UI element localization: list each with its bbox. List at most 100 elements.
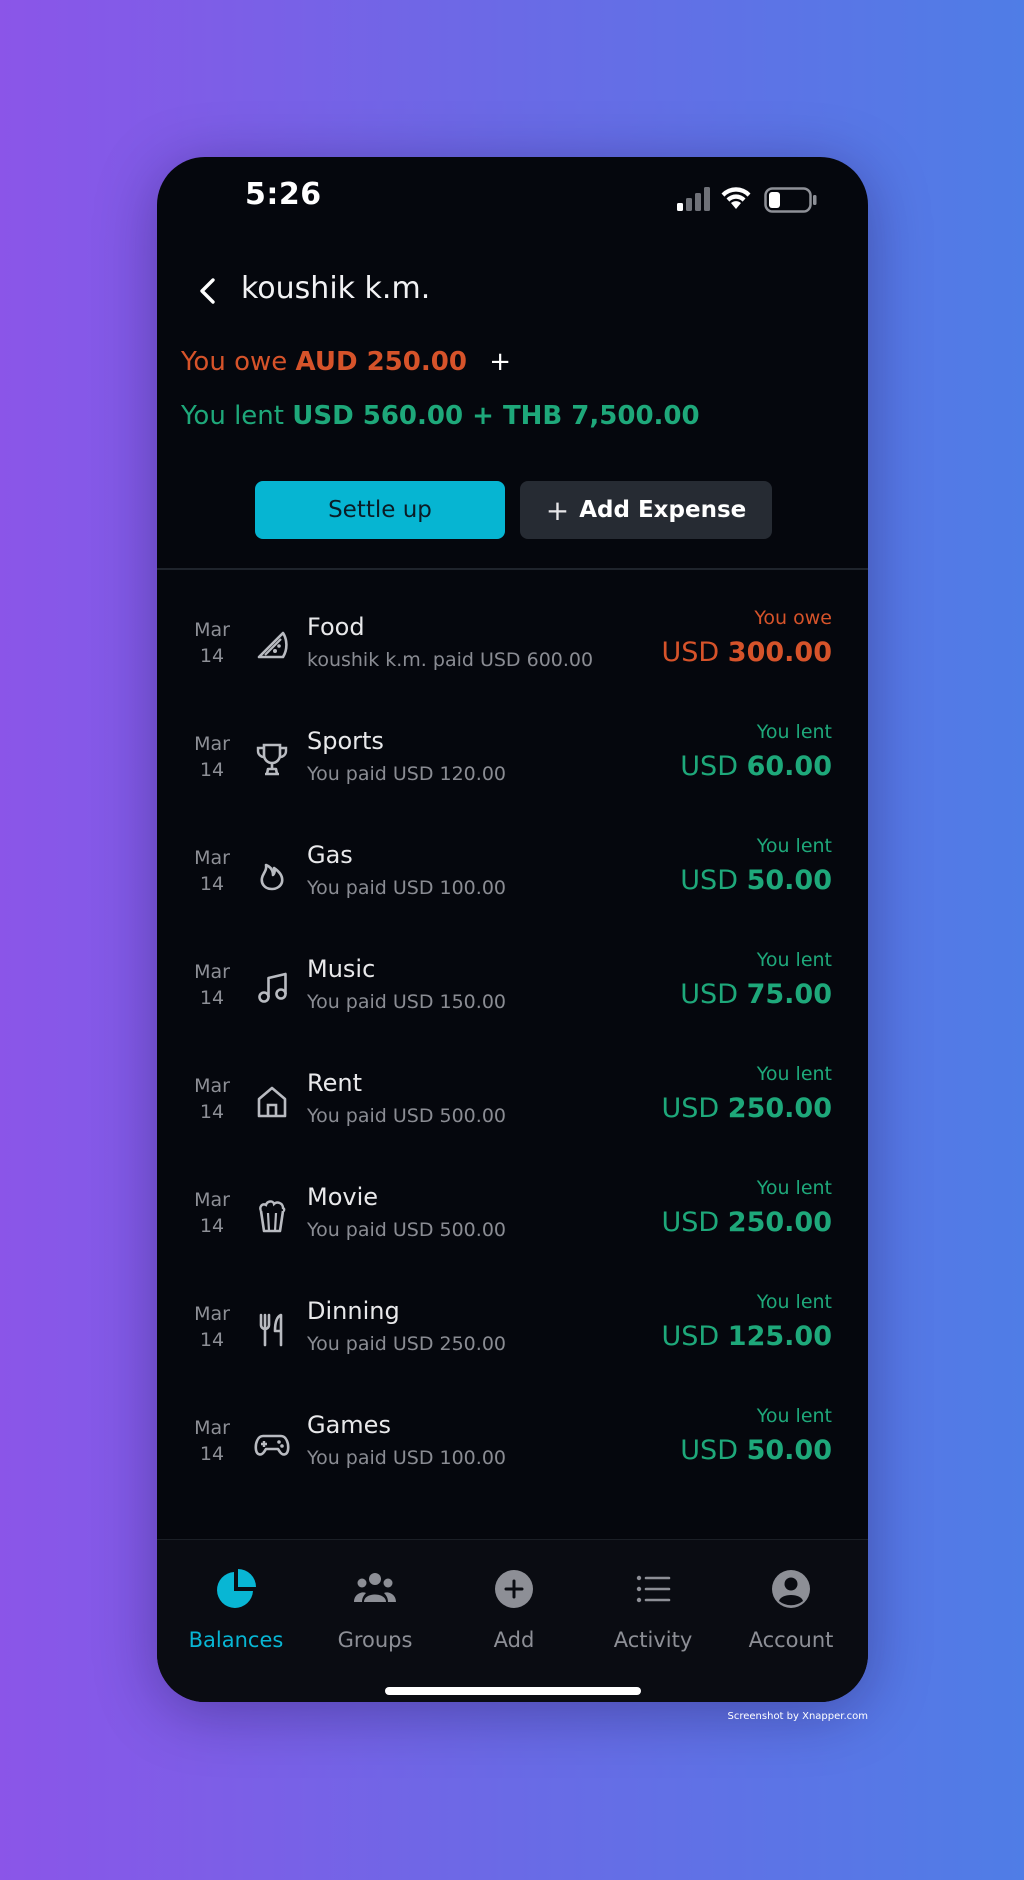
- expense-date: Mar 14: [187, 1187, 237, 1239]
- divider: [157, 568, 868, 570]
- expense-amount-value: 50.00: [746, 865, 832, 896]
- expense-amount: USD 250.00: [662, 1093, 833, 1124]
- expense-row[interactable]: Mar 14 Food koushik k.m. paid USD 600.00 You…: [157, 597, 868, 711]
- expense-detail: You paid USD 250.00: [307, 1333, 506, 1355]
- expense-date: Mar 14: [187, 1073, 237, 1125]
- trophy-icon: [256, 743, 288, 776]
- expense-currency: USD: [661, 637, 720, 668]
- tab-account[interactable]: Account: [721, 1540, 861, 1660]
- list-icon: [630, 1566, 676, 1612]
- wifi-icon: [721, 187, 751, 209]
- expense-name: Sports: [307, 727, 384, 755]
- expense-day: 14: [199, 1443, 225, 1465]
- popcorn-icon: [259, 1200, 286, 1233]
- expense-currency: USD: [680, 865, 738, 896]
- tab-label: Add: [493, 1628, 535, 1652]
- contact-name: koushik k.m.: [241, 271, 431, 306]
- expense-detail: koushik k.m. paid USD 600.00: [307, 649, 594, 671]
- expense-row[interactable]: Mar 14 Games You paid USD 100.00 You lent USD…: [157, 1395, 868, 1509]
- owe-summary: You owe AUD 250.00 +: [181, 347, 511, 377]
- expense-row[interactable]: Mar 14 Music You paid USD 150.00 You lent USD…: [157, 939, 868, 1053]
- expense-name: Rent: [307, 1069, 362, 1097]
- lent-prefix: You lent: [181, 401, 284, 431]
- expense-row[interactable]: Mar 14 Dinning You paid USD 250.00 You lent U…: [157, 1281, 868, 1395]
- expense-row[interactable]: Mar 14 Rent You paid USD 500.00 You lent USD …: [157, 1053, 868, 1167]
- expense-date: Mar 14: [187, 845, 237, 897]
- expense-row[interactable]: Mar 14 Gas You paid USD 100.00 You lent USD 5…: [157, 825, 868, 939]
- screenshot-credit: Screenshot by Xnapper.com: [727, 1711, 868, 1722]
- house-icon: [257, 1086, 287, 1118]
- expense-currency: USD: [661, 1207, 720, 1238]
- expense-date: Mar 14: [187, 731, 237, 783]
- flame-icon: [260, 863, 284, 891]
- expense-name: Music: [307, 955, 376, 983]
- home-indicator: [385, 1687, 641, 1695]
- expense-day: 14: [199, 1101, 225, 1123]
- expense-currency: USD: [661, 1093, 720, 1124]
- expense-status: You lent: [756, 1177, 832, 1199]
- lent-summary: You lent USD 560.00 + THB 7,500.00: [181, 401, 700, 431]
- status-time: 5:26: [245, 177, 322, 212]
- expense-status: You lent: [756, 1405, 832, 1427]
- expense-amount-value: 75.00: [746, 979, 832, 1010]
- expense-day: 14: [199, 987, 225, 1009]
- expense-day: 14: [199, 873, 225, 895]
- owe-amount: AUD 250.00: [295, 347, 467, 377]
- status-bar: 5:26: [157, 157, 868, 237]
- expense-amount-value: 250.00: [727, 1093, 832, 1124]
- expense-detail: You paid USD 100.00: [307, 1447, 506, 1469]
- nav-row: koushik k.m.: [157, 257, 868, 327]
- expense-status: You lent: [756, 949, 832, 971]
- expense-row[interactable]: Mar 14 Movie You paid USD 500.00 You lent USD…: [157, 1167, 868, 1281]
- tab-add[interactable]: Add: [444, 1540, 584, 1660]
- expense-month: Mar: [194, 1303, 230, 1325]
- music-note-icon: [258, 972, 287, 1003]
- expense-status: You lent: [756, 1291, 832, 1313]
- expense-amount: USD 125.00: [662, 1321, 833, 1352]
- expense-amount-value: 250.00: [727, 1207, 832, 1238]
- expense-day: 14: [199, 759, 225, 781]
- expense-currency: USD: [680, 751, 738, 782]
- expense-status: You lent: [756, 721, 832, 743]
- cellular-signal-icon: [677, 187, 710, 211]
- owe-prefix: You owe: [181, 347, 288, 377]
- expense-amount: USD 300.00: [662, 637, 833, 668]
- pie-chart-icon: [213, 1566, 259, 1612]
- gamepad-icon: [254, 1434, 290, 1456]
- back-chevron-icon[interactable]: [189, 271, 229, 311]
- phone-screen: 5:26 koushik k.m. You owe AUD 250.00 + Y…: [157, 157, 868, 1702]
- user-circle-icon: [768, 1566, 814, 1612]
- expense-date: Mar 14: [187, 959, 237, 1011]
- expense-currency: USD: [661, 1321, 720, 1352]
- expense-name: Dinning: [307, 1297, 400, 1325]
- expense-status: You owe: [754, 607, 832, 629]
- expense-name: Games: [307, 1411, 391, 1439]
- expense-detail: You paid USD 500.00: [307, 1105, 506, 1127]
- expense-name: Gas: [307, 841, 353, 869]
- group-icon: [352, 1566, 398, 1612]
- expense-date: Mar 14: [187, 1415, 237, 1467]
- tab-balances[interactable]: Balances: [166, 1540, 306, 1660]
- expense-amount-value: 60.00: [746, 751, 832, 782]
- expense-detail: You paid USD 100.00: [307, 877, 506, 899]
- expense-row[interactable]: Mar 14 Sports You paid USD 120.00 You lent US…: [157, 711, 868, 825]
- settle-up-button[interactable]: Settle up: [255, 481, 505, 539]
- owe-plus: +: [489, 347, 511, 377]
- tab-activity[interactable]: Activity: [583, 1540, 723, 1660]
- tab-label: Account: [748, 1628, 834, 1652]
- expense-month: Mar: [194, 847, 230, 869]
- expense-amount: USD 60.00: [680, 751, 832, 782]
- expense-date: Mar 14: [187, 1301, 237, 1353]
- add-expense-button[interactable]: + Add Expense: [520, 481, 772, 539]
- expense-month: Mar: [194, 1417, 230, 1439]
- expense-month: Mar: [194, 1189, 230, 1211]
- plus-icon: +: [545, 493, 570, 527]
- expense-list[interactable]: Mar 14 Food koushik k.m. paid USD 600.00 You…: [157, 597, 868, 1693]
- expense-month: Mar: [194, 619, 230, 641]
- pizza-icon: [257, 631, 288, 659]
- tab-label: Groups: [337, 1628, 413, 1652]
- tab-groups[interactable]: Groups: [305, 1540, 445, 1660]
- expense-amount: USD 250.00: [662, 1207, 833, 1238]
- tab-bar: Balances Groups Add Activity Account: [157, 1539, 868, 1702]
- fork-knife-icon: [259, 1313, 283, 1347]
